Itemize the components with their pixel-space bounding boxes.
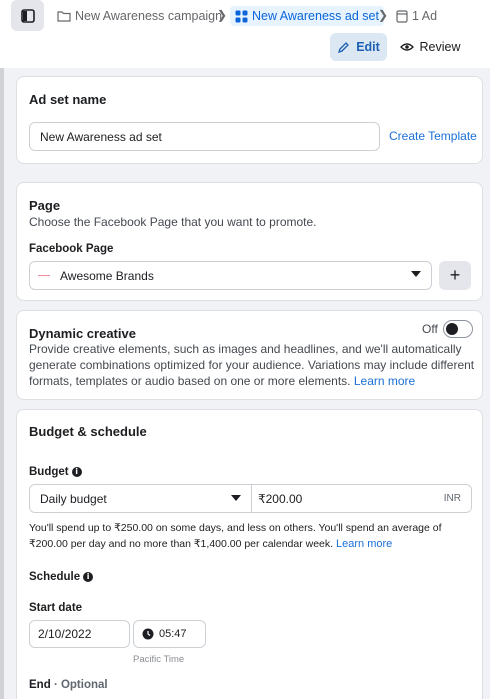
breadcrumb-campaign-label: New Awareness campaign [75, 9, 223, 23]
currency-label: INR [443, 493, 461, 504]
start-date-input[interactable]: 2/10/2022 [29, 620, 130, 648]
caret-down-icon [231, 495, 241, 501]
page-description: Choose the Facebook Page that you want t… [29, 215, 317, 229]
schedule-label: Schedule [29, 571, 81, 583]
review-button[interactable]: Review [397, 33, 463, 61]
page-color-swatch [38, 275, 50, 276]
end-label-row: End · Optional [29, 679, 108, 691]
end-optional-label: · Optional [53, 679, 108, 691]
add-page-button[interactable]: + [439, 261, 471, 290]
edit-button[interactable]: Edit [330, 33, 387, 61]
chevron-right-icon: ❯ [378, 8, 389, 22]
budget-amount-value: ₹200.00 [258, 491, 303, 506]
review-button-label: Review [419, 40, 461, 54]
sidebar-toggle-button[interactable] [11, 0, 44, 31]
budget-schedule-title: Budget & schedule [29, 424, 147, 439]
breadcrumb-adset-label: New Awareness ad set [252, 9, 379, 23]
dynamic-creative-card: Dynamic creative Off Provide creative el… [16, 310, 483, 400]
adset-name-card: Ad set name New Awareness ad set Create … [16, 76, 483, 164]
breadcrumb-adset[interactable]: New Awareness ad set [230, 6, 384, 26]
budget-learn-more-link[interactable]: Learn more [336, 538, 392, 550]
adset-name-title: Ad set name [29, 92, 107, 107]
caret-down-icon [411, 271, 421, 277]
info-icon[interactable]: i [83, 571, 94, 582]
dynamic-creative-description: Provide creative elements, such as image… [29, 341, 475, 389]
facebook-page-value: Awesome Brands [60, 268, 154, 283]
sidebar-toggle-icon [20, 8, 35, 23]
breadcrumb-ad[interactable]: 1 Ad [396, 6, 437, 26]
dynamic-creative-toggle[interactable] [443, 320, 473, 338]
dynamic-creative-toggle-label: Off [422, 322, 438, 336]
top-bar: New Awareness campaign ❯ New Awareness a… [0, 0, 490, 68]
grid-icon [235, 10, 248, 22]
budget-type-value: Daily budget [40, 491, 107, 506]
dynamic-creative-learn-more-link[interactable]: Learn more [354, 374, 415, 388]
breadcrumb-ad-label: 1 Ad [412, 9, 438, 23]
edit-button-label: Edit [356, 40, 380, 54]
breadcrumb-campaign[interactable]: New Awareness campaign [57, 6, 222, 26]
facebook-page-select[interactable]: Awesome Brands [29, 261, 432, 290]
plus-icon: + [449, 265, 461, 285]
end-label: End [29, 679, 51, 691]
budget-label-row: Budget i [29, 466, 82, 478]
start-date-label: Start date [29, 602, 83, 614]
start-time-value: 05:47 [159, 628, 187, 640]
start-time-input[interactable]: 05:47 [133, 620, 206, 648]
budget-schedule-card: Budget & schedule Budget i Daily budget ₹… [16, 409, 483, 699]
adset-name-input[interactable]: New Awareness ad set [29, 122, 380, 151]
schedule-label-row: Schedule i [29, 571, 94, 583]
timezone-label: Pacific Time [133, 654, 185, 665]
budget-type-select[interactable]: Daily budget [29, 484, 252, 513]
facebook-page-label: Facebook Page [29, 243, 114, 255]
page-card: Page Choose the Facebook Page that you w… [16, 182, 483, 301]
toggle-knob [446, 323, 458, 335]
dynamic-creative-title: Dynamic creative [29, 326, 136, 341]
chevron-right-icon: ❯ [217, 8, 228, 22]
clock-icon [142, 628, 154, 640]
page-title: Page [29, 198, 61, 213]
budget-note: You'll spend up to ₹250.00 on some days,… [29, 520, 475, 552]
adset-editor-panel[interactable]: Ad set name New Awareness ad set Create … [0, 68, 490, 699]
folder-icon [57, 11, 71, 22]
create-template-link[interactable]: Create Template [389, 129, 477, 143]
budget-label: Budget [29, 466, 69, 478]
budget-amount-input[interactable]: ₹200.00 INR [251, 484, 472, 513]
eye-icon [399, 43, 414, 51]
ad-document-icon [396, 9, 408, 23]
pencil-icon [338, 41, 350, 53]
info-icon[interactable]: i [71, 466, 82, 477]
